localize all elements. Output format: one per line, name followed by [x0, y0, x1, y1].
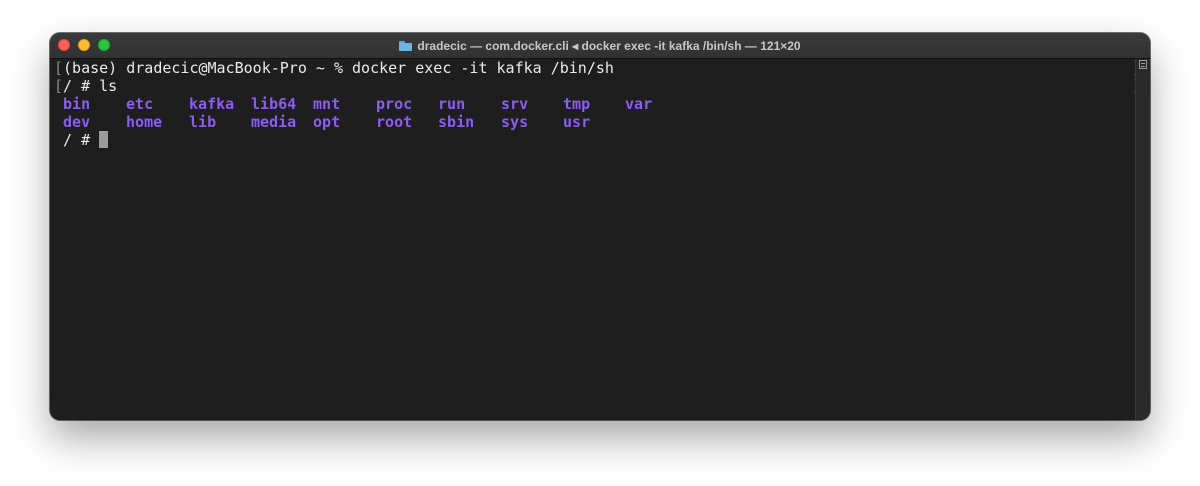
line-mark-bracket: [: [54, 77, 64, 95]
directory-entry: bin: [63, 95, 91, 113]
command-text: ls: [99, 77, 118, 95]
directory-entry: root: [376, 113, 413, 131]
directory-entry: kafka: [189, 95, 235, 113]
title-bar[interactable]: dradecic — com.docker.cli ◂ docker exec …: [50, 33, 1150, 59]
terminal-line: [(base) dradecic@MacBook-Pro ~ % docker …: [54, 59, 1141, 77]
folder-icon: [399, 40, 413, 51]
window-title-text: dradecic — com.docker.cli ◂ docker exec …: [417, 38, 801, 53]
terminal-line: / #: [54, 131, 1136, 149]
directory-entry: proc: [376, 95, 413, 113]
ls-output-row: bin etc kafka lib64 mnt proc run srv tmp var: [54, 95, 1136, 113]
directory-entry: mnt: [313, 95, 341, 113]
vertical-scrollbar[interactable]: [1135, 59, 1150, 420]
ls-output-row: dev home lib media opt root sbin sys usr: [54, 113, 1136, 131]
text-cursor: [99, 131, 109, 148]
scrollbar-menu-icon[interactable]: [1139, 60, 1147, 69]
directory-entry: home: [126, 113, 163, 131]
shell-prompt: (base) dradecic@MacBook-Pro ~ %: [63, 59, 353, 77]
directory-entry: var: [625, 95, 653, 113]
directory-entry: etc: [126, 95, 154, 113]
directory-entry: lib: [189, 113, 217, 131]
directory-entry: usr: [563, 113, 591, 131]
shell-prompt: / #: [63, 131, 100, 149]
directory-entry: sys: [501, 113, 529, 131]
zoom-button[interactable]: [98, 39, 110, 51]
window-title: dradecic — com.docker.cli ◂ docker exec …: [399, 38, 801, 53]
close-button[interactable]: [58, 39, 70, 51]
directory-entry: tmp: [563, 95, 591, 113]
terminal-window: dradecic — com.docker.cli ◂ docker exec …: [50, 33, 1150, 420]
command-text: docker exec -it kafka /bin/sh: [352, 59, 614, 77]
directory-entry: sbin: [438, 113, 475, 131]
directory-entry: lib64: [251, 95, 297, 113]
minimize-button[interactable]: [78, 39, 90, 51]
shell-prompt: / #: [63, 77, 100, 95]
directory-entry: srv: [501, 95, 529, 113]
directory-entry: run: [438, 95, 466, 113]
directory-entry: media: [251, 113, 297, 131]
line-mark-bracket: [: [54, 59, 64, 77]
directory-entry: dev: [63, 113, 91, 131]
directory-entry: opt: [313, 113, 341, 131]
window-controls: [58, 39, 110, 51]
terminal-line: [/ # ls]: [54, 77, 1141, 95]
terminal-content[interactable]: [(base) dradecic@MacBook-Pro ~ % docker …: [50, 59, 1141, 420]
